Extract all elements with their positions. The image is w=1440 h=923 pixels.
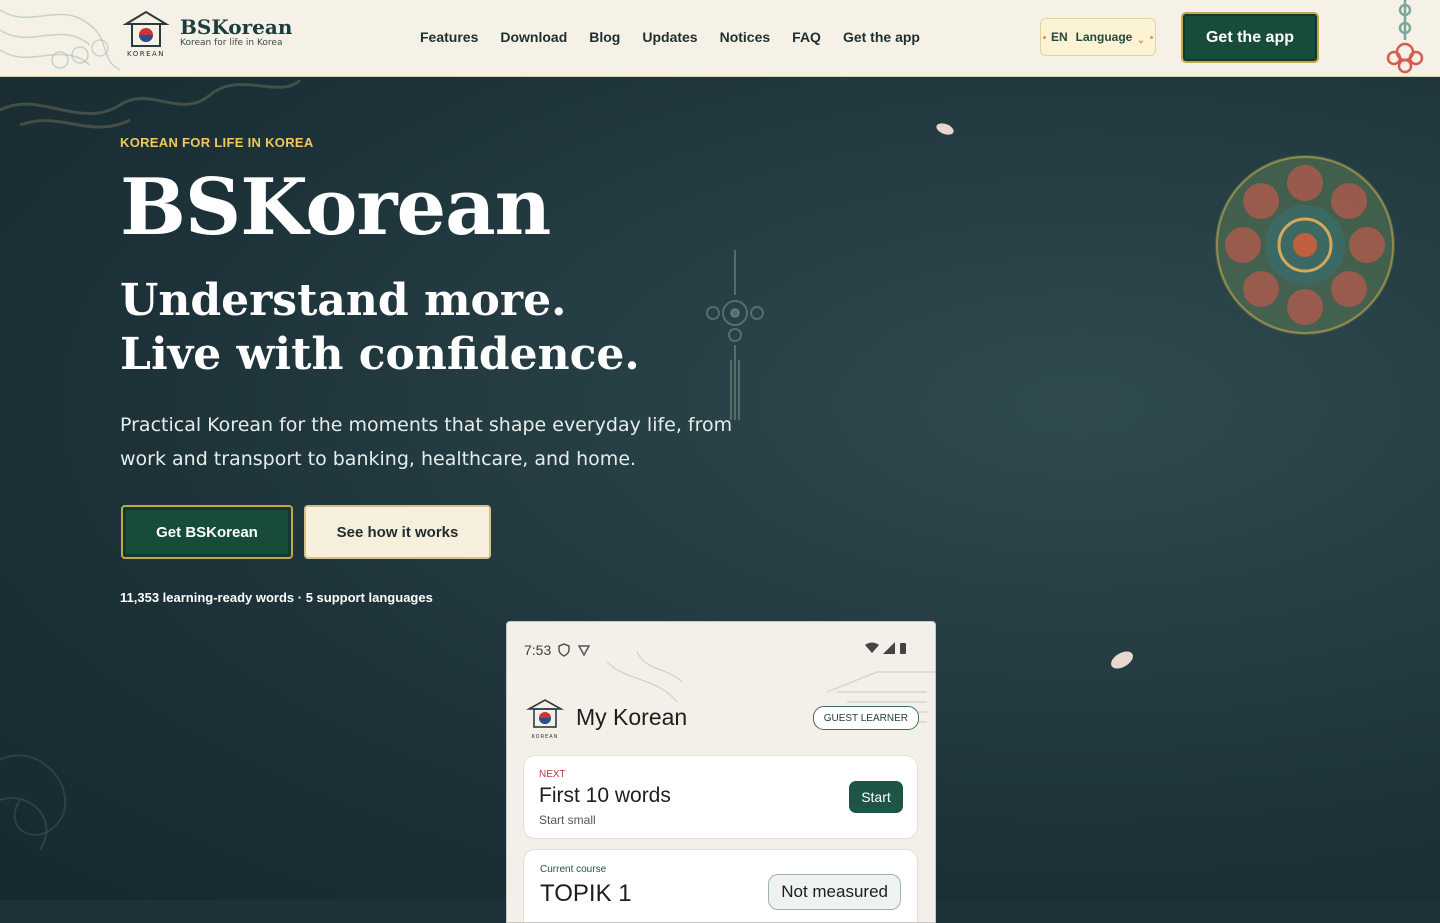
brand-name: BSKorean — [180, 15, 293, 39]
nav-updates[interactable]: Updates — [642, 29, 697, 45]
guest-learner-badge: GUEST LEARNER — [812, 706, 919, 730]
start-button[interactable]: Start — [849, 781, 903, 813]
nav-faq[interactable]: FAQ — [792, 29, 821, 45]
course-label: Current course — [540, 864, 607, 875]
petal-icon — [936, 123, 954, 135]
nav-download[interactable]: Download — [500, 29, 567, 45]
status-time: 7:53 — [524, 642, 552, 658]
app-logo: KOREAN — [525, 698, 565, 740]
brand-tagline: Korean for life in Korea — [180, 38, 283, 48]
hero-title: BSKorean — [120, 162, 551, 253]
nav-get-the-app[interactable]: Get the app — [843, 29, 920, 45]
get-bskorean-button[interactable]: Get BSKorean — [121, 505, 293, 559]
brand[interactable]: KOREAN BSKorean Korean for life in Korea — [120, 10, 292, 58]
next-label: NEXT — [539, 769, 566, 780]
app-logo-caption: KOREAN — [531, 734, 559, 740]
battery-icon — [900, 643, 906, 654]
next-lesson-card[interactable]: NEXT First 10 words Start small Start — [523, 755, 918, 839]
pavilion-logo-icon — [525, 699, 565, 728]
hero-stats: 11,353 learning-ready words · 5 support … — [120, 590, 433, 605]
next-subtitle: Start small — [539, 813, 596, 827]
status-icons — [865, 642, 907, 654]
hero-subtitle-line-2: Live with confidence. — [120, 329, 640, 380]
brand-logo-caption: KOREAN — [126, 50, 166, 58]
language-selector[interactable]: EN Language ⌄ — [1040, 18, 1156, 56]
hero-subtitle-line-1: Understand more. — [120, 275, 567, 326]
app-title: My Korean — [576, 704, 688, 730]
get-the-app-button[interactable]: Get the app — [1181, 12, 1319, 63]
not-measured-badge: Not measured — [768, 874, 901, 910]
nav-notices[interactable]: Notices — [720, 29, 771, 45]
phone-mockup: 7:53 KOREAN My Korean GUEST LEARNER NEXT… — [506, 621, 936, 923]
wifi-icon — [865, 642, 879, 653]
protect-icon — [577, 645, 591, 657]
petal-icon — [1111, 651, 1133, 669]
mandala-flower-icon — [1215, 155, 1395, 335]
current-course-card[interactable]: Current course TOPIK 1 Not measured — [523, 849, 918, 922]
nav-features[interactable]: Features — [420, 29, 478, 45]
chevron-down-icon: ⌄ — [1136, 35, 1145, 46]
next-title: First 10 words — [539, 784, 671, 807]
course-title: TOPIK 1 — [540, 880, 632, 907]
brand-logo: KOREAN — [120, 10, 172, 58]
hero-description: Practical Korean for the moments that sh… — [120, 414, 733, 470]
language-label: Language — [1075, 30, 1133, 44]
hero-eyebrow: KOREAN FOR LIFE IN KOREA — [120, 135, 314, 150]
main-nav: Features Download Blog Updates Notices F… — [420, 29, 920, 45]
hero-subtitle: Understand more. Live with confidence. — [120, 274, 640, 382]
language-code: EN — [1051, 30, 1068, 44]
status-bar: 7:53 — [524, 642, 591, 658]
norigae-ornament-icon — [706, 250, 764, 420]
see-how-it-works-button[interactable]: See how it works — [304, 505, 491, 559]
knot-ornament-icon — [1386, 0, 1424, 74]
site-header: KOREAN BSKorean Korean for life in Korea… — [0, 0, 1440, 77]
nav-blog[interactable]: Blog — [589, 29, 620, 45]
shield-icon — [558, 643, 570, 657]
pavilion-logo-icon — [122, 10, 170, 47]
signal-icon — [883, 642, 895, 654]
